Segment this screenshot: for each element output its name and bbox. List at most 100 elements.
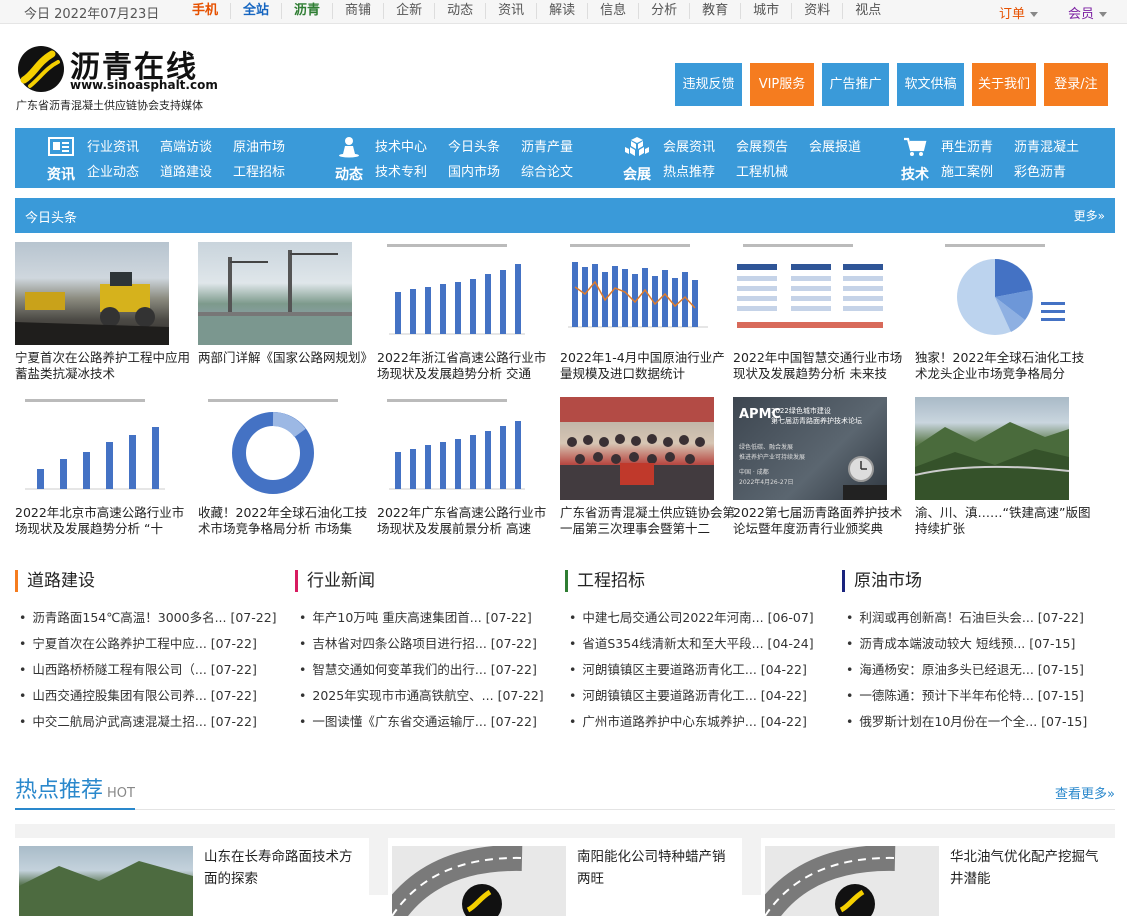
thumb-caption[interactable]: 独家！2022年全球石油化工技术龙头企业市场竞争格局分 [915, 350, 1091, 382]
list-item[interactable]: 一德陈通：预计下半年布伦特... [07-15] [842, 683, 1102, 709]
hot-card[interactable]: 山东在长寿命路面技术方面的探索 [15, 838, 369, 918]
top-link-site[interactable]: 全站 [231, 3, 283, 19]
nav-item-industry-news[interactable]: 行业资讯 [87, 136, 160, 155]
ad-promotion-button[interactable]: 广告推广 [822, 63, 889, 106]
thumb-caption[interactable]: 2022年1-4月中国原油行业产量规模及进口数据统计 [560, 350, 736, 382]
hot-card-title[interactable]: 华北油气优化配产挖掘气井潜能 [950, 846, 1110, 890]
nav-item-expo-preview[interactable]: 会展预告 [736, 136, 809, 155]
thumb-caption[interactable]: 两部门详解《国家公路网规划》 [198, 350, 374, 382]
nav-item-construction-cases[interactable]: 施工案例 [941, 161, 1014, 180]
report-violation-button[interactable]: 违规反馈 [675, 63, 742, 106]
mountain-highway-photo[interactable] [915, 397, 1069, 500]
nav-item-asphalt-output[interactable]: 沥青产量 [521, 136, 594, 155]
nav-item-headlines[interactable]: 今日头条 [448, 136, 521, 155]
nav-item-company-news[interactable]: 企业动态 [87, 161, 160, 180]
nav-item-road-construction[interactable]: 道路建设 [160, 161, 233, 180]
member-dropdown[interactable]: 会员 [1068, 3, 1107, 22]
list-item[interactable]: 省道S354线清新太和至大平段... [04-24] [565, 631, 825, 657]
thumb-card[interactable]: 2022年浙江省高速公路行业市场现状及发展趋势分析 交通 [377, 242, 555, 382]
road-paving-photo[interactable] [15, 242, 169, 345]
list-item[interactable]: 宁夏首次在公路养护工程中应... [07-22] [15, 631, 275, 657]
list-item[interactable]: 沥青路面154℃高温！3000多名... [07-22] [15, 605, 276, 631]
top-link-education[interactable]: 教育 [690, 3, 742, 19]
nav-item-recycled-asphalt[interactable]: 再生沥青 [941, 136, 1014, 155]
list-item[interactable]: 2025年实现市市通高铁航空、... [07-22] [295, 683, 555, 709]
list-item[interactable]: 河朗镇镇区主要道路沥青化工... [04-22] [565, 683, 825, 709]
list-item[interactable]: 利润或再创新高！石油巨头会... [07-22] [842, 605, 1102, 631]
nav-item-tech-center[interactable]: 技术中心 [375, 136, 448, 155]
list-item[interactable]: 一图读懂《广东省交通运输厅... [07-22] [295, 709, 555, 735]
top-link-info[interactable]: 资讯 [486, 3, 538, 19]
top-link-viewpoint[interactable]: 视点 [843, 3, 893, 19]
thumb-caption[interactable]: 2022第七届沥青路面养护技术论坛暨年度沥青行业颁奖典 [733, 505, 909, 537]
thumb-caption[interactable]: 宁夏首次在公路养护工程中应用蓄盐类抗凝冰技术 [15, 350, 191, 382]
donut-chart-thumbnail[interactable] [198, 397, 352, 500]
thumb-caption[interactable]: 收藏！2022年全球石油化工技术市场竞争格局分析 市场集 [198, 505, 374, 537]
list-item[interactable]: 吉林省对四条公路项目进行招... [07-22] [295, 631, 555, 657]
nav-item-machinery[interactable]: 工程机械 [736, 161, 809, 180]
submit-article-button[interactable]: 软文供稿 [897, 63, 964, 106]
list-item[interactable]: 年产10万吨 重庆高速集团首... [07-22] [295, 605, 555, 631]
list-item[interactable]: 中建七局交通公司2022年河南... [06-07] [565, 605, 825, 631]
top-link-mobile[interactable]: 手机 [190, 3, 232, 19]
top-link-materials[interactable]: 资料 [792, 3, 844, 19]
list-item[interactable]: 河朗镇镇区主要道路沥青化工... [04-22] [565, 657, 825, 683]
placeholder-logo-image[interactable] [765, 846, 939, 916]
nav-item-patents[interactable]: 技术专利 [375, 161, 448, 180]
nav-item-color-asphalt[interactable]: 彩色沥青 [1014, 161, 1094, 180]
bar-chart-thumbnail[interactable] [377, 397, 531, 500]
site-logo[interactable]: 沥青在线 www.sinoasphalt.com 广东省沥青混凝土供应链协会支持… [16, 40, 218, 114]
column-title[interactable]: 工程招标 [565, 570, 825, 592]
top-link-shops[interactable]: 商铺 [333, 3, 385, 19]
top-link-interpret[interactable]: 解读 [537, 3, 589, 19]
thumb-card[interactable]: 收藏！2022年全球石油化工技术市场竞争格局分析 市场集 [198, 397, 376, 537]
nav-head-news[interactable]: 资讯 [41, 136, 81, 184]
thumb-card[interactable]: 广东省沥青混凝土供应链协会第一届第三次理事会暨第十二 [560, 397, 738, 537]
nav-head-tech[interactable]: 技术 [895, 136, 935, 184]
top-link-dynamics[interactable]: 动态 [435, 3, 487, 19]
list-item[interactable]: 沥青成本端波动较大 短线预... [07-15] [842, 631, 1102, 657]
list-item[interactable]: 俄罗斯计划在10月份在一个全... [07-15] [842, 709, 1102, 735]
hot-card[interactable]: 南阳能化公司特种蜡产销两旺 [388, 838, 742, 918]
about-us-button[interactable]: 关于我们 [972, 63, 1036, 106]
thumb-card[interactable]: 两部门详解《国家公路网规划》 [198, 242, 376, 382]
hot-card-title[interactable]: 山东在长寿命路面技术方面的探索 [204, 846, 364, 890]
nav-item-domestic-market[interactable]: 国内市场 [448, 161, 521, 180]
headlines-more-link[interactable]: 更多» [1074, 207, 1105, 224]
login-register-button[interactable]: 登录/注册 [1044, 63, 1108, 135]
nav-head-dynamics[interactable]: 动态 [329, 136, 369, 184]
thumb-card[interactable]: 渝、川、滇……“铁建高速”版图持续扩张 [915, 397, 1093, 537]
pie-chart-thumbnail[interactable] [915, 242, 1069, 345]
thumb-card[interactable]: 2022年广东省高速公路行业市场现状及发展前景分析 高速 [377, 397, 555, 537]
bridge-construction-photo[interactable] [198, 242, 352, 345]
thumb-card[interactable]: APMC 2022绿色城市建设 第七届沥青路面养护技术论坛 绿色低碳、融合发展 … [733, 397, 911, 537]
column-title[interactable]: 道路建设 [15, 570, 275, 592]
thumb-caption[interactable]: 渝、川、滇……“铁建高速”版图持续扩张 [915, 505, 1091, 537]
nav-item-tenders[interactable]: 工程招标 [233, 161, 306, 180]
thumb-caption[interactable]: 广东省沥青混凝土供应链协会第一届第三次理事会暨第十二 [560, 505, 736, 537]
top-link-message[interactable]: 信息 [588, 3, 640, 19]
mountain-road-photo[interactable] [19, 846, 193, 916]
top-link-asphalt[interactable]: 沥青 [282, 3, 334, 19]
nav-item-interviews[interactable]: 高端访谈 [160, 136, 233, 155]
nav-item-expo-report[interactable]: 会展报道 [809, 136, 882, 155]
nav-item-expo-news[interactable]: 会展资讯 [663, 136, 736, 155]
list-item[interactable]: 广州市道路养护中心东城养护... [04-22] [565, 709, 825, 735]
top-link-analysis[interactable]: 分析 [639, 3, 691, 19]
nav-head-exhibitions[interactable]: 会展 [617, 136, 657, 184]
flowchart-thumbnail[interactable] [733, 242, 887, 345]
thumb-card[interactable]: 2022年1-4月中国原油行业产量规模及进口数据统计 [560, 242, 738, 382]
thumb-card[interactable]: 宁夏首次在公路养护工程中应用蓄盐类抗凝冰技术 [15, 242, 193, 382]
column-title[interactable]: 行业新闻 [295, 570, 555, 592]
bar-chart-thumbnail[interactable] [377, 242, 531, 345]
list-item[interactable]: 海通杨安：原油多头已经退无... [07-15] [842, 657, 1102, 683]
order-dropdown[interactable]: 订单 [999, 3, 1038, 22]
placeholder-logo-image[interactable] [392, 846, 566, 916]
thumb-caption[interactable]: 2022年北京市高速公路行业市场现状及发展趋势分析 “十 [15, 505, 191, 537]
nav-item-papers[interactable]: 综合论文 [521, 161, 594, 180]
hot-card[interactable]: 华北油气优化配产挖掘气井潜能 [761, 838, 1115, 918]
thumb-caption[interactable]: 2022年浙江省高速公路行业市场现状及发展趋势分析 交通 [377, 350, 553, 382]
combo-chart-thumbnail[interactable] [560, 242, 714, 345]
top-link-city[interactable]: 城市 [741, 3, 793, 19]
bar-chart-thumbnail[interactable] [15, 397, 169, 500]
